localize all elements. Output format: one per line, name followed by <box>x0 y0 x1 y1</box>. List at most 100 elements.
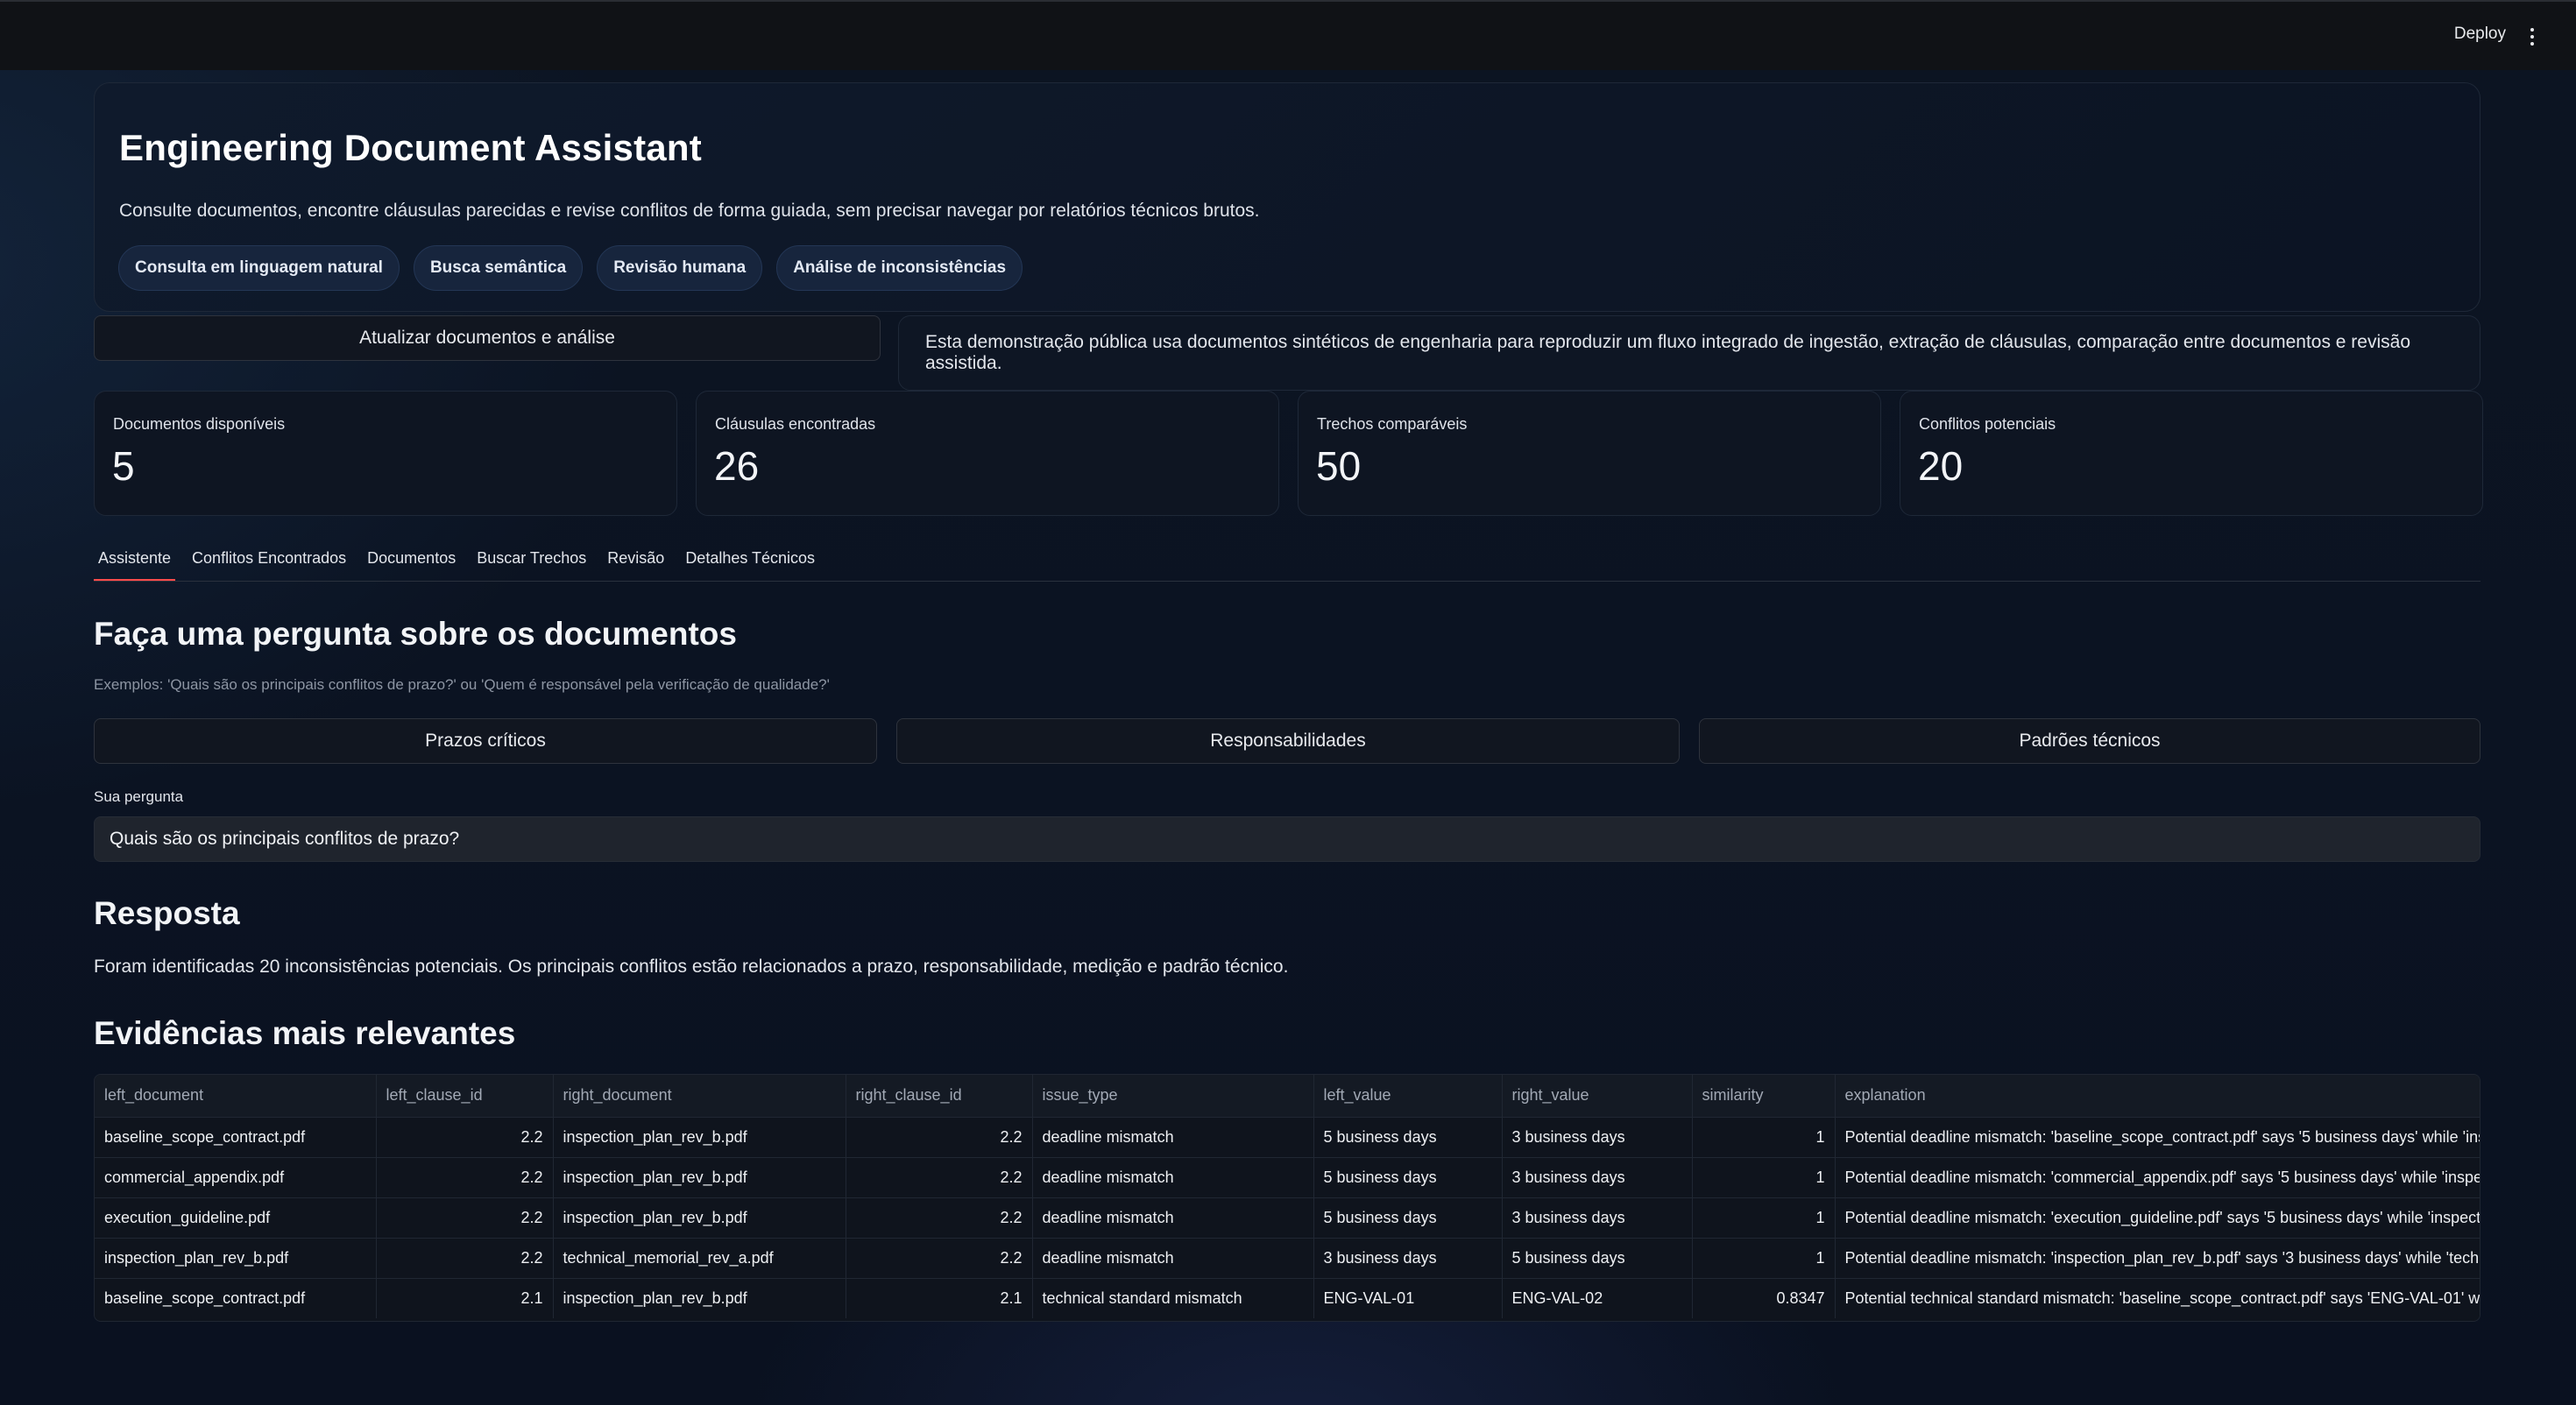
column-header-right-value[interactable]: right_value <box>1502 1075 1693 1118</box>
table-cell: 2.1 <box>376 1278 554 1318</box>
info-text: Esta demonstração pública usa documentos… <box>925 332 2411 373</box>
table-cell: 3 business days <box>1502 1197 1693 1239</box>
table-cell: Potential technical standard mismatch: '… <box>1835 1278 2480 1318</box>
question-input[interactable] <box>94 816 2480 862</box>
column-header-issue-type[interactable]: issue_type <box>1032 1075 1314 1118</box>
column-header-explanation[interactable]: explanation <box>1835 1075 2480 1118</box>
quick-question-button[interactable]: Padrões técnicos <box>1699 718 2480 764</box>
metric-value: 20 <box>1918 443 1964 489</box>
metric-value: 50 <box>1316 443 1362 489</box>
evidence-grid: left_document left_clause_id right_documen… <box>95 1075 2480 1318</box>
metric-label: Conflitos potenciais <box>1919 415 2056 433</box>
table-row[interactable]: commercial_appendix.pdf 2.2 inspection_pla… <box>95 1157 2480 1198</box>
tab-documentos[interactable]: Documentos <box>363 534 461 582</box>
table-cell: ENG-VAL-01 <box>1313 1278 1503 1318</box>
table-cell: 2.2 <box>376 1238 554 1279</box>
metric-card: Cláusulas encontradas 26 <box>696 391 1279 516</box>
info-box: Esta demonstração pública usa documentos… <box>898 315 2480 391</box>
metric-label: Trechos comparáveis <box>1317 415 1468 433</box>
table-cell: 5 business days <box>1313 1117 1503 1158</box>
answer-heading: Resposta <box>94 895 240 931</box>
page-subtitle: Consulte documentos, encontre cláusulas … <box>119 201 1260 221</box>
table-cell: inspection_plan_rev_b.pdf <box>553 1278 846 1318</box>
table-cell: 1 <box>1692 1238 1836 1279</box>
metric-value: 26 <box>714 443 760 489</box>
metric-value: 5 <box>112 443 135 489</box>
feature-chip: Consulta em linguagem natural <box>118 245 400 291</box>
feature-chip: Busca semântica <box>413 245 584 291</box>
table-cell: deadline mismatch <box>1032 1157 1314 1198</box>
table-cell: 3 business days <box>1313 1238 1503 1279</box>
table-cell: 0.8347 <box>1692 1278 1836 1318</box>
table-row[interactable]: baseline_scope_contract.pdf 2.2 inspection… <box>95 1117 2480 1158</box>
tab-buscar-trechos[interactable]: Buscar Trechos <box>472 534 591 582</box>
table-cell: 2.2 <box>376 1197 554 1239</box>
table-cell: inspection_plan_rev_b.pdf <box>95 1238 377 1279</box>
question-label: Sua pergunta <box>94 788 184 805</box>
table-row[interactable]: baseline_scope_contract.pdf 2.1 inspection… <box>95 1278 2480 1318</box>
ask-heading: Faça uma pergunta sobre os documentos <box>94 616 737 652</box>
table-cell: 2.2 <box>376 1157 554 1198</box>
quick-question-button[interactable]: Prazos críticos <box>94 718 877 764</box>
table-row[interactable]: inspection_plan_rev_b.pdf 2.2 technical_me… <box>95 1238 2480 1279</box>
ask-hint: Exemplos: 'Quais são os principais confl… <box>94 676 830 693</box>
quick-question-button[interactable]: Responsabilidades <box>896 718 1680 764</box>
table-cell: 2.2 <box>846 1197 1033 1239</box>
feature-chips: Consulta em linguagem natural Busca semâ… <box>118 245 1023 291</box>
table-body: baseline_scope_contract.pdf 2.2 inspection… <box>95 1117 2480 1318</box>
feature-chip: Revisão humana <box>597 245 763 291</box>
hero-card: Engineering Document Assistant Consulte … <box>94 82 2480 312</box>
table-cell: 3 business days <box>1502 1157 1693 1198</box>
top-toolbar: Deploy <box>0 0 2576 70</box>
tab-divider <box>94 581 2480 582</box>
table-cell: baseline_scope_contract.pdf <box>95 1278 377 1318</box>
table-cell: 2.2 <box>846 1157 1033 1198</box>
column-header-left-document[interactable]: left_document <box>95 1075 377 1118</box>
metric-card: Conflitos potenciais 20 <box>1900 391 2483 516</box>
column-header-right-clause-id[interactable]: right_clause_id <box>846 1075 1033 1118</box>
table-cell: 1 <box>1692 1197 1836 1239</box>
metric-card: Trechos comparáveis 50 <box>1298 391 1881 516</box>
evidence-table[interactable]: left_document left_clause_id right_documen… <box>94 1074 2480 1322</box>
table-cell: deadline mismatch <box>1032 1117 1314 1158</box>
table-row[interactable]: execution_guideline.pdf 2.2 inspection_pla… <box>95 1197 2480 1239</box>
table-cell: ENG-VAL-02 <box>1502 1278 1693 1318</box>
table-cell: deadline mismatch <box>1032 1238 1314 1279</box>
column-header-similarity[interactable]: similarity <box>1692 1075 1836 1118</box>
table-cell: 2.1 <box>846 1278 1033 1318</box>
table-cell: Potential deadline mismatch: 'commercial… <box>1835 1157 2480 1198</box>
table-cell: baseline_scope_contract.pdf <box>95 1117 377 1158</box>
table-cell: 1 <box>1692 1157 1836 1198</box>
answer-text: Foram identificadas 20 inconsistências p… <box>94 957 1289 977</box>
deploy-button[interactable]: Deploy <box>2454 25 2506 44</box>
table-cell: Potential deadline mismatch: 'inspection… <box>1835 1238 2480 1279</box>
page-title: Engineering Document Assistant <box>119 127 702 168</box>
table-cell: inspection_plan_rev_b.pdf <box>553 1197 846 1239</box>
feature-chip: Análise de inconsistências <box>776 245 1023 291</box>
column-header-left-value[interactable]: left_value <box>1313 1075 1503 1118</box>
table-cell: 3 business days <box>1502 1117 1693 1158</box>
tab-assistente[interactable]: Assistente <box>94 534 176 582</box>
table-cell: 2.2 <box>846 1238 1033 1279</box>
tab-bar: Assistente Conflitos Encontrados Documen… <box>94 534 832 582</box>
column-header-left-clause-id[interactable]: left_clause_id <box>376 1075 554 1118</box>
table-cell: 5 business days <box>1502 1238 1693 1279</box>
table-cell: Potential deadline mismatch: 'execution_… <box>1835 1197 2480 1239</box>
tab-conflitos-encontrados[interactable]: Conflitos Encontrados <box>188 534 351 582</box>
table-cell: inspection_plan_rev_b.pdf <box>553 1157 846 1198</box>
column-header-right-document[interactable]: right_document <box>553 1075 846 1118</box>
metric-label: Cláusulas encontradas <box>715 415 876 433</box>
more-vertical-icon[interactable] <box>2522 23 2543 51</box>
table-cell: 5 business days <box>1313 1157 1503 1198</box>
tab-revisao[interactable]: Revisão <box>603 534 669 582</box>
evidence-heading: Evidências mais relevantes <box>94 1015 516 1051</box>
tab-detalhes-tecnicos[interactable]: Detalhes Técnicos <box>681 534 819 582</box>
table-cell: 5 business days <box>1313 1197 1503 1239</box>
table-cell: technical standard mismatch <box>1032 1278 1314 1318</box>
table-cell: technical_memorial_rev_a.pdf <box>553 1238 846 1279</box>
metric-label: Documentos disponíveis <box>113 415 286 433</box>
metric-card: Documentos disponíveis 5 <box>94 391 677 516</box>
table-cell: 2.2 <box>846 1117 1033 1158</box>
table-cell: 1 <box>1692 1117 1836 1158</box>
refresh-analysis-button[interactable]: Atualizar documentos e análise <box>94 315 881 361</box>
